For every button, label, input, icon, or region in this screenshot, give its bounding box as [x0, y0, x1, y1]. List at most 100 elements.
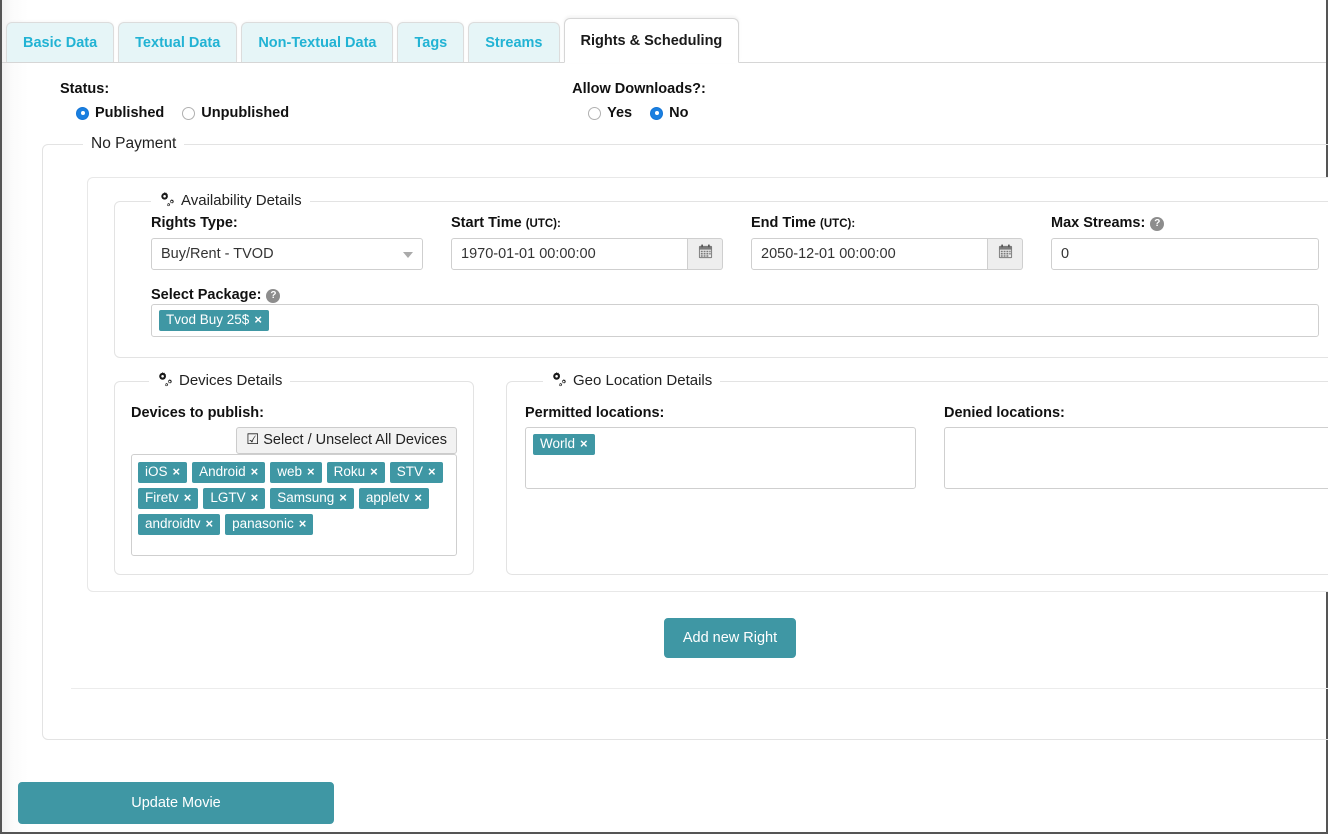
denied-locations-label: Denied locations: [944, 405, 1065, 421]
device-tag[interactable]: androidtv × [138, 514, 221, 535]
permitted-locations-tagbox[interactable]: World × [525, 427, 916, 489]
remove-icon[interactable]: × [580, 436, 588, 452]
question-circle-icon[interactable]: ? [266, 289, 281, 303]
tab-tags[interactable]: Tags [397, 21, 465, 62]
radio-label: No [669, 105, 689, 121]
location-tag[interactable]: World × [533, 434, 595, 455]
availability-form-row: Rights Type: Buy/Rent - TVOD Start Time … [133, 215, 1328, 270]
device-tag-label: panasonic [232, 516, 294, 531]
tab-label: Rights & Scheduling [580, 32, 723, 49]
device-tag[interactable]: iOS × [138, 462, 188, 483]
tab-bar: Basic Data Textual Data Non-Textual Data… [2, 0, 1326, 63]
geo-columns: Permitted locations: World × Denied loca… [525, 395, 1328, 489]
remove-icon[interactable]: × [339, 490, 347, 506]
permitted-locations-column: Permitted locations: World × [525, 395, 916, 489]
tab-label: Textual Data [135, 34, 221, 51]
devices-to-publish-label: Devices to publish: [131, 405, 264, 421]
device-tag-label: Firetv [145, 490, 179, 505]
remove-icon[interactable]: × [184, 490, 192, 506]
update-movie-button[interactable]: Update Movie [18, 782, 334, 824]
cogs-icon [157, 372, 174, 391]
radio-indicator[interactable] [650, 106, 664, 120]
remove-icon[interactable]: × [299, 516, 307, 532]
end-time-calendar-button[interactable] [988, 238, 1023, 270]
remove-icon[interactable]: × [428, 464, 436, 480]
remove-icon[interactable]: × [251, 490, 259, 506]
device-tag[interactable]: LGTV × [203, 488, 266, 509]
device-tag[interactable]: appletv × [358, 488, 429, 509]
rights-type-field: Rights Type: Buy/Rent - TVOD [151, 215, 423, 270]
rights-type-select[interactable]: Buy/Rent - TVOD [151, 238, 423, 270]
start-time-label: Start Time (UTC): [451, 215, 723, 231]
device-tag-label: Android [199, 464, 246, 479]
device-tag-label: Samsung [277, 490, 335, 505]
start-time-calendar-button[interactable] [688, 238, 723, 270]
devices-tagbox[interactable]: iOS × Android × web × Roku × STV × Firetv × LGTV × Sam… [131, 454, 457, 556]
radio-unpublished[interactable]: Unpublished [182, 105, 289, 121]
devices-details-legend: Devices Details [149, 372, 290, 391]
denied-locations-tagbox[interactable] [944, 427, 1328, 489]
end-time-label-main: End Time [751, 215, 816, 231]
tab-rights-scheduling[interactable]: Rights & Scheduling [563, 17, 740, 63]
device-tag-label: androidtv [145, 516, 201, 531]
device-tag[interactable]: Roku × [326, 462, 385, 483]
tab-basic-data[interactable]: Basic Data [6, 21, 115, 62]
remove-icon[interactable]: × [173, 464, 181, 480]
radio-indicator[interactable] [76, 106, 89, 120]
device-tag[interactable]: Firetv × [138, 488, 199, 509]
device-tag-label: appletv [365, 490, 410, 505]
tab-textual-data[interactable]: Textual Data [118, 21, 238, 62]
select-unselect-all-devices-button[interactable]: ☑ Select / Unselect All Devices [236, 427, 457, 454]
geo-location-details-legend: Geo Location Details [543, 372, 720, 391]
end-time-field: End Time (UTC): [751, 215, 1023, 270]
status-label: Status: [60, 81, 110, 97]
start-time-field: Start Time (UTC): [451, 215, 723, 270]
max-streams-input[interactable] [1051, 238, 1319, 270]
form-divider [71, 688, 1328, 689]
devices-details-fieldset: Devices Details Devices to publish: ☑ Se… [114, 372, 474, 575]
page-root: Basic Data Textual Data Non-Textual Data… [2, 0, 1328, 832]
cogs-icon [159, 192, 176, 211]
device-tag[interactable]: panasonic × [225, 514, 314, 535]
calendar-icon [698, 244, 713, 264]
permitted-locations-label: Permitted locations: [525, 405, 665, 421]
start-time-input[interactable] [451, 238, 688, 270]
package-tag-label: Tvod Buy 25$ [166, 312, 250, 327]
device-tag[interactable]: web × [270, 462, 322, 483]
device-tag[interactable]: Android × [192, 462, 266, 483]
add-new-right-row: Add new Right [61, 618, 1328, 658]
remove-icon[interactable]: × [307, 464, 315, 480]
tab-label: Tags [414, 34, 448, 51]
device-tag-label: STV [396, 464, 423, 479]
allow-downloads-radio-group: Yes No [572, 105, 706, 121]
remove-icon[interactable]: × [206, 516, 214, 532]
remove-icon[interactable]: × [414, 490, 422, 506]
radio-published[interactable]: Published [76, 105, 164, 121]
max-streams-label: Max Streams:? [1051, 215, 1319, 231]
remove-icon[interactable]: × [251, 464, 259, 480]
package-tag[interactable]: Tvod Buy 25$ × [159, 310, 269, 331]
add-new-right-button[interactable]: Add new Right [663, 618, 797, 658]
radio-downloads-no[interactable]: No [650, 105, 688, 121]
device-tag-label: web [277, 464, 303, 479]
tab-non-textual-data[interactable]: Non-Textual Data [241, 21, 394, 62]
end-time-input[interactable] [751, 238, 988, 270]
device-tag[interactable]: STV × [389, 462, 443, 483]
radio-label: Unpublished [201, 105, 290, 121]
radio-indicator[interactable] [182, 106, 196, 120]
select-package-tagbox[interactable]: Tvod Buy 25$ × [151, 304, 1319, 337]
remove-icon[interactable]: × [370, 464, 378, 480]
device-tag-label: LGTV [210, 490, 246, 505]
device-tag[interactable]: Samsung × [270, 488, 354, 509]
radio-indicator[interactable] [588, 106, 602, 120]
calendar-icon [998, 244, 1013, 264]
remove-icon[interactable]: × [254, 312, 262, 328]
radio-label: Published [95, 105, 165, 121]
question-circle-icon[interactable]: ? [1150, 217, 1165, 231]
update-movie-row: Update Movie [18, 782, 334, 824]
location-tag-label: World [540, 436, 576, 451]
tab-label: Basic Data [23, 34, 98, 51]
radio-downloads-yes[interactable]: Yes [588, 105, 632, 121]
tab-streams[interactable]: Streams [468, 21, 560, 62]
no-payment-legend: No Payment [91, 135, 177, 152]
